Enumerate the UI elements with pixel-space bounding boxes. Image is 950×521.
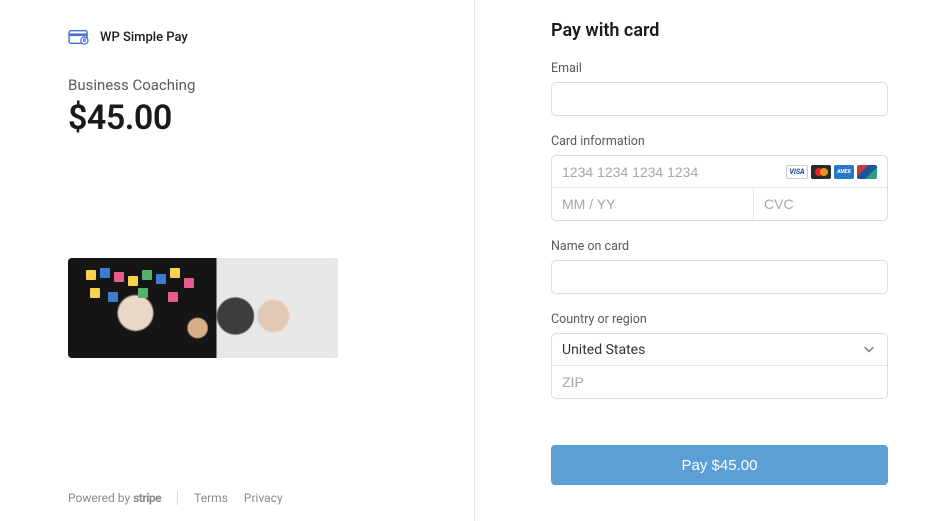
card-info-group: Card information VISA AMEX: [551, 134, 888, 221]
product-price: $45.00: [68, 98, 407, 138]
name-label: Name on card: [551, 239, 888, 254]
card-info-label: Card information: [551, 134, 888, 149]
card-expiry-input[interactable]: [552, 188, 753, 220]
pay-button[interactable]: Pay $45.00: [551, 445, 888, 485]
email-group: Email: [551, 61, 888, 116]
panel-divider: [474, 0, 475, 521]
unionpay-icon: [857, 165, 877, 179]
country-label: Country or region: [551, 312, 888, 327]
checkout-panel: Pay with card Email Card information VIS…: [475, 0, 950, 521]
merchant-brand: WP Simple Pay: [68, 28, 407, 46]
card-cvc-input[interactable]: [754, 188, 888, 220]
name-input[interactable]: [551, 260, 888, 294]
card-box: VISA AMEX: [551, 155, 888, 221]
country-group: Country or region United States: [551, 312, 888, 399]
product-name: Business Coaching: [68, 76, 407, 94]
merchant-name: WP Simple Pay: [100, 30, 188, 45]
card-brand-icons: VISA AMEX: [786, 165, 877, 179]
country-value: United States: [562, 342, 645, 358]
card-number-input[interactable]: [562, 164, 786, 180]
powered-by-label: Powered by stripe: [68, 491, 161, 505]
summary-panel: WP Simple Pay Business Coaching $45.00 P…: [0, 0, 475, 521]
chevron-down-icon: [863, 340, 875, 359]
terms-link[interactable]: Terms: [194, 491, 228, 505]
country-box: United States: [551, 333, 888, 399]
amex-icon: AMEX: [834, 165, 854, 179]
merchant-logo-icon: [68, 28, 90, 46]
mastercard-icon: [811, 165, 831, 179]
stripe-logo: stripe: [133, 491, 161, 505]
footer-divider: [177, 491, 178, 505]
country-select[interactable]: United States: [552, 334, 887, 366]
visa-icon: VISA: [786, 165, 808, 179]
footer: Powered by stripe Terms Privacy: [68, 491, 283, 505]
checkout-title: Pay with card: [551, 20, 888, 41]
privacy-link[interactable]: Privacy: [244, 491, 283, 505]
zip-input[interactable]: [552, 366, 887, 398]
email-label: Email: [551, 61, 888, 76]
product-image: [68, 258, 338, 358]
name-group: Name on card: [551, 239, 888, 294]
email-input[interactable]: [551, 82, 888, 116]
